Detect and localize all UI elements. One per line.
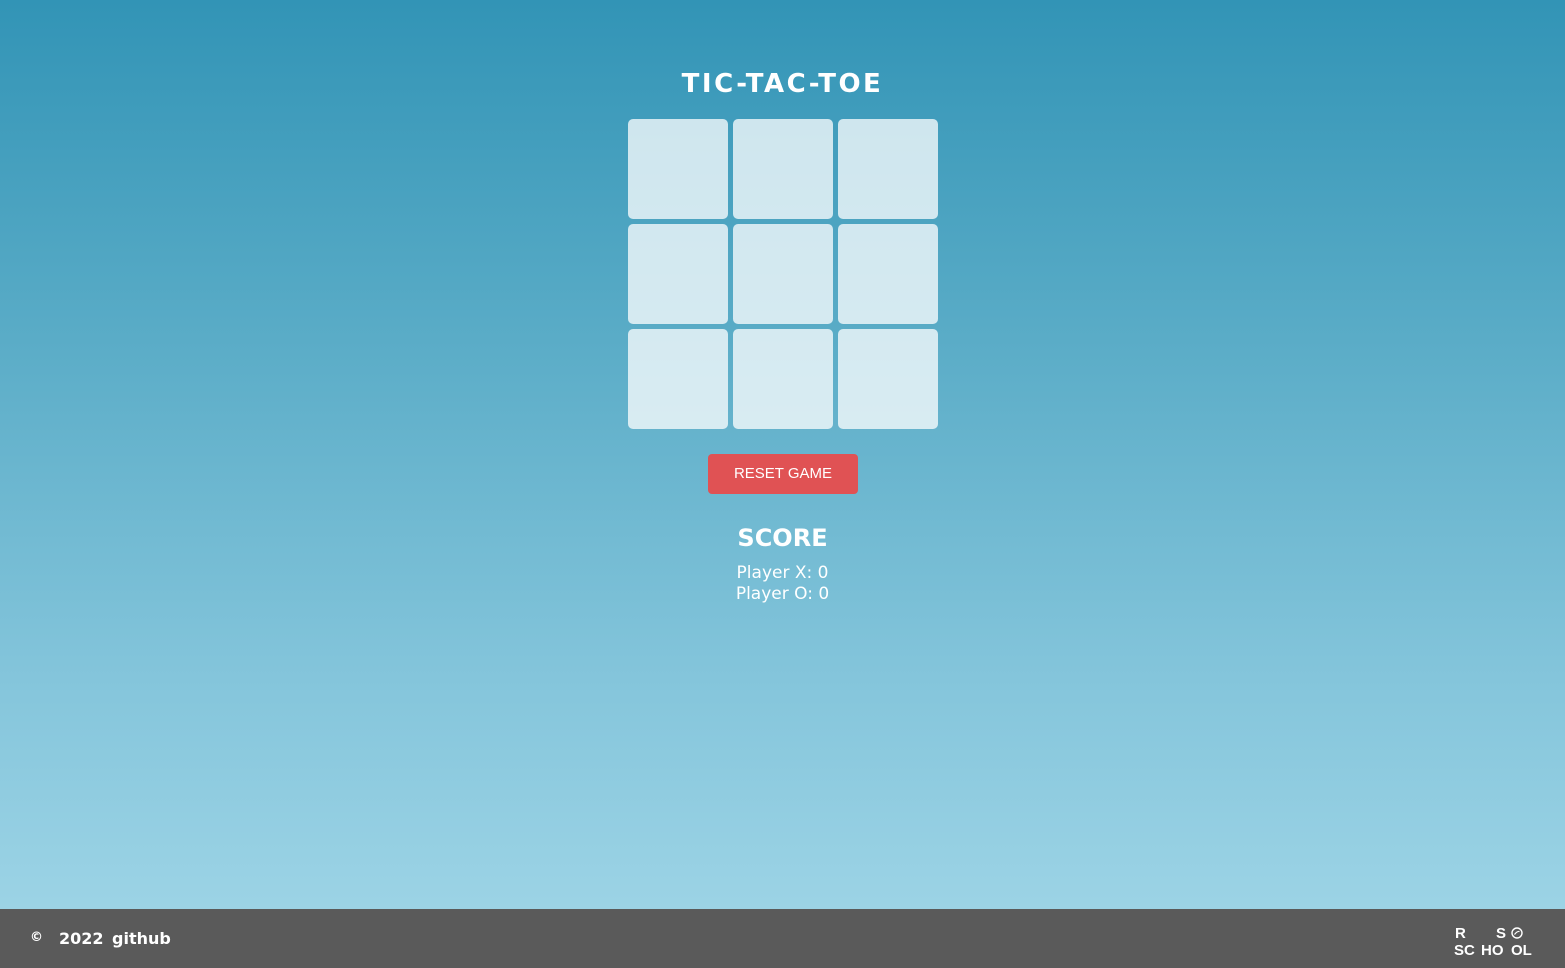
footer: © 2022 github R S SC HO OL: [0, 909, 1565, 968]
board-cell[interactable]: [838, 224, 938, 324]
svg-text:S: S: [1496, 925, 1506, 942]
board-cell[interactable]: [838, 119, 938, 219]
svg-text:R: R: [1455, 925, 1466, 942]
board-cell[interactable]: [733, 224, 833, 324]
copyright-icon: ©: [30, 930, 43, 945]
footer-year: 2022: [59, 929, 104, 948]
board-cell[interactable]: [628, 329, 728, 429]
player-o-score: Player O: 0: [735, 584, 830, 604]
board-cell[interactable]: [628, 224, 728, 324]
game-title: TIC-TAC-TOE: [681, 69, 884, 99]
board-cell[interactable]: [733, 119, 833, 219]
svg-text:HO: HO: [1481, 942, 1504, 957]
board-cell[interactable]: [733, 329, 833, 429]
board-cell[interactable]: [838, 329, 938, 429]
score-heading: SCORE: [737, 524, 828, 552]
reset-game-button[interactable]: RESET GAME: [708, 454, 858, 494]
svg-text:OL: OL: [1511, 942, 1532, 957]
player-x-score: Player X: 0: [736, 563, 829, 583]
game-board: [628, 119, 938, 429]
github-link[interactable]: github: [112, 929, 171, 949]
board-cell[interactable]: [628, 119, 728, 219]
svg-text:SC: SC: [1454, 942, 1475, 957]
rs-school-logo[interactable]: R S SC HO OL: [1452, 923, 1538, 957]
